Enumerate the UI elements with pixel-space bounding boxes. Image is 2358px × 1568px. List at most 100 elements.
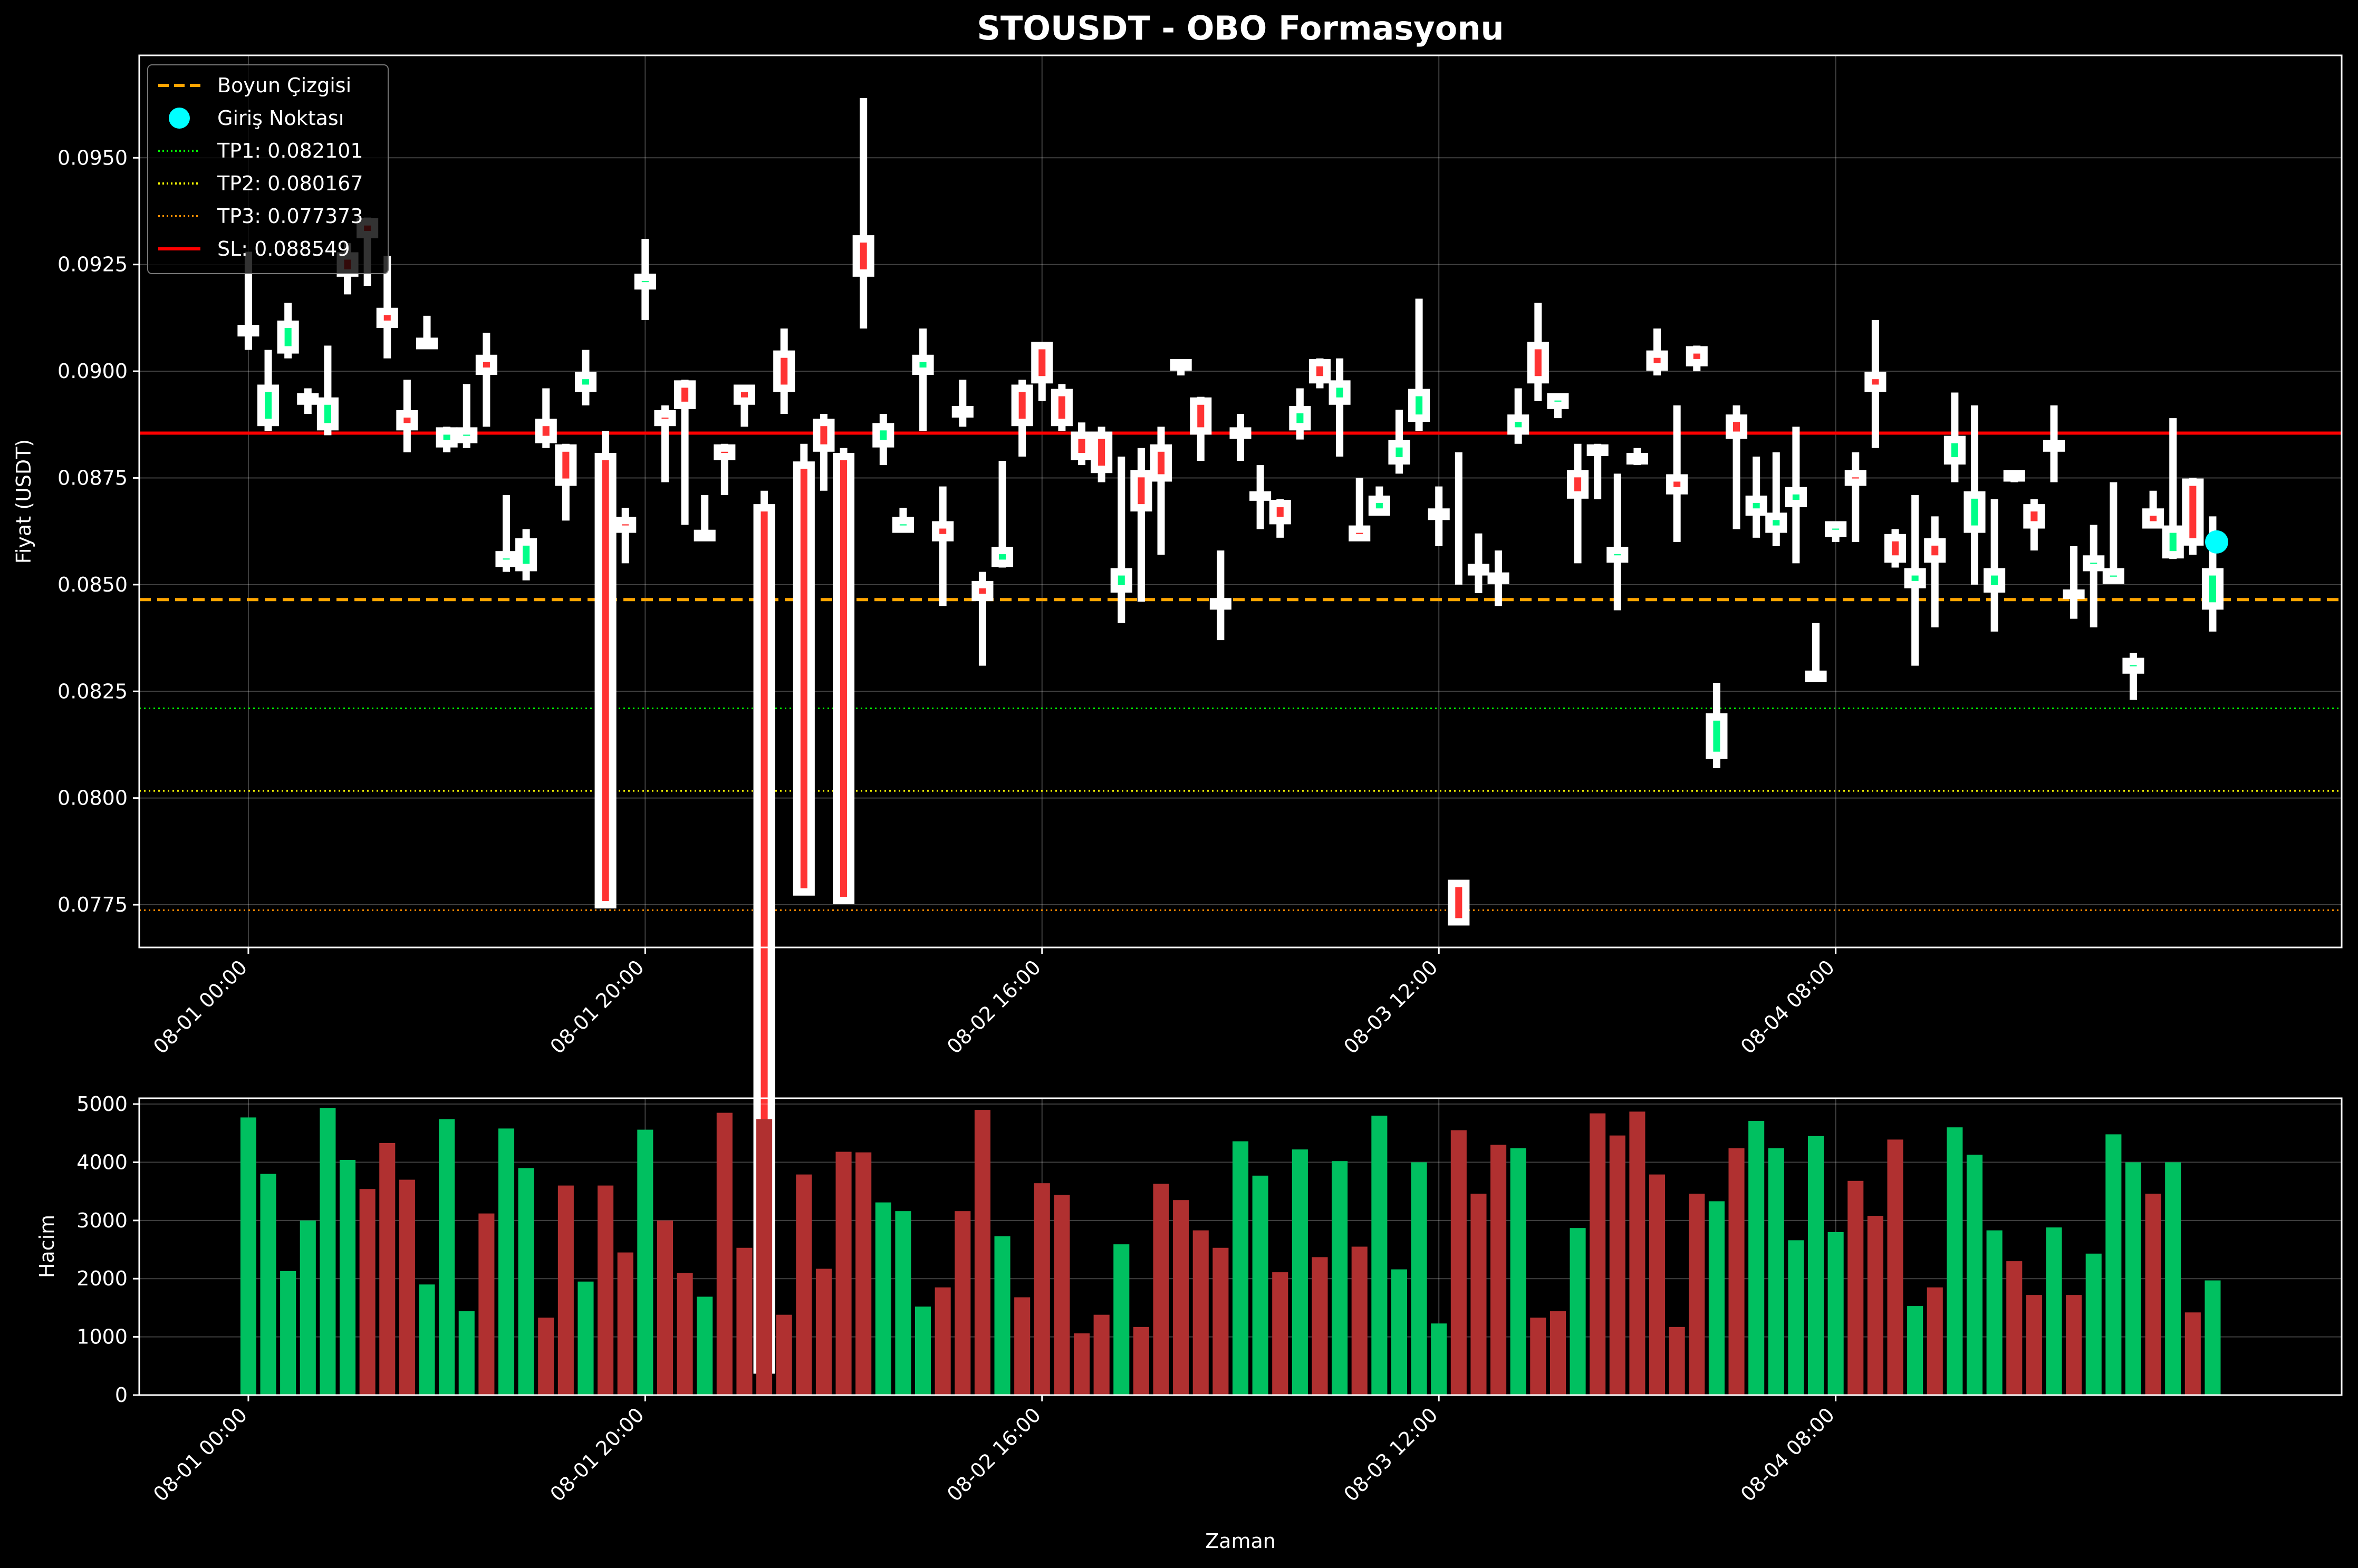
legend-label-neck: Boyun Çizgisi bbox=[217, 74, 351, 97]
entry-point bbox=[2205, 530, 2228, 554]
candle-body bbox=[773, 350, 795, 392]
legend-label-tp3: TP3: 0.077373 bbox=[217, 205, 363, 228]
volume-bar bbox=[1966, 1155, 1983, 1395]
candle-body bbox=[1289, 405, 1311, 431]
entry-marker bbox=[2205, 530, 2228, 554]
volume-bar bbox=[1788, 1240, 1804, 1395]
volume-bar bbox=[1649, 1174, 1666, 1395]
volume-bar bbox=[1470, 1194, 1487, 1395]
candle-body bbox=[456, 427, 478, 443]
volume-bar bbox=[796, 1174, 812, 1395]
candle-body bbox=[852, 235, 874, 277]
price-y-tick-label: 0.0850 bbox=[57, 573, 128, 596]
volume-bar bbox=[498, 1128, 515, 1395]
volume-bar bbox=[2046, 1227, 2062, 1395]
volume-bar bbox=[1014, 1297, 1031, 1395]
candle-body bbox=[1924, 538, 1946, 563]
candle-body bbox=[912, 354, 934, 375]
candle bbox=[2003, 470, 2025, 482]
candle-body bbox=[1745, 495, 1767, 516]
volume-bar bbox=[994, 1236, 1010, 1395]
volume-bar bbox=[419, 1284, 435, 1395]
volume-bar bbox=[2006, 1261, 2023, 1395]
volume-bar bbox=[1629, 1111, 1645, 1395]
candle-body bbox=[594, 452, 617, 909]
volume-y-tick-label: 3000 bbox=[76, 1209, 128, 1232]
candle-body bbox=[793, 461, 815, 896]
volume-bar bbox=[1689, 1194, 1705, 1395]
volume-bar bbox=[657, 1220, 673, 1395]
volume-bar bbox=[1232, 1141, 1249, 1395]
candle-body bbox=[257, 384, 280, 427]
candle-body bbox=[436, 427, 458, 448]
candle-body bbox=[654, 410, 676, 427]
volume-bar bbox=[1927, 1287, 1943, 1395]
volume-bar bbox=[2125, 1162, 2142, 1395]
candle-body bbox=[1110, 568, 1132, 593]
candle-body bbox=[1984, 568, 2006, 593]
candle-body bbox=[1329, 380, 1351, 405]
volume-bar bbox=[478, 1213, 495, 1395]
volume-bar bbox=[1847, 1180, 1864, 1395]
candle-body bbox=[614, 517, 637, 533]
candle-body bbox=[1567, 470, 1589, 499]
candle-body bbox=[2102, 568, 2124, 584]
candle-body bbox=[1904, 568, 1926, 588]
candle-body bbox=[495, 551, 517, 567]
volume-bar bbox=[300, 1220, 316, 1395]
volume-bar bbox=[1827, 1232, 1844, 1395]
volume-bar bbox=[320, 1108, 336, 1395]
volume-bar bbox=[697, 1296, 713, 1395]
candle-body bbox=[1785, 487, 1807, 508]
volume-bar bbox=[915, 1306, 931, 1395]
volume-bar bbox=[1768, 1148, 1784, 1395]
candle-body bbox=[1269, 500, 1291, 525]
price-y-tick-label: 0.0900 bbox=[57, 360, 128, 383]
volume-bar bbox=[439, 1119, 455, 1395]
volume-bar bbox=[1570, 1228, 1586, 1395]
legend: Boyun Çizgisi Giriş Noktası TP1: 0.08210… bbox=[147, 64, 389, 274]
candle-body bbox=[396, 410, 418, 431]
chart-title: STOUSDT - OBO Formasyonu bbox=[977, 9, 1504, 47]
candle-body bbox=[1091, 431, 1113, 473]
candle-body bbox=[694, 529, 716, 541]
candle-body bbox=[1964, 491, 1986, 533]
candle-body bbox=[674, 380, 696, 409]
legend-label-tp1: TP1: 0.082101 bbox=[217, 139, 363, 162]
volume-bar bbox=[2066, 1295, 2082, 1395]
volume-bar bbox=[1728, 1148, 1745, 1395]
candle-body bbox=[2162, 525, 2184, 559]
volume-bar bbox=[1669, 1327, 1685, 1395]
volume-bar bbox=[955, 1211, 971, 1395]
volume-bar bbox=[1510, 1148, 1526, 1395]
candle-body bbox=[1071, 431, 1093, 460]
volume-bar bbox=[598, 1185, 614, 1395]
candle-body bbox=[892, 517, 914, 533]
chart-figure: STOUSDT - OBO Formasyonu 0.0775 0.0800 0.0… bbox=[0, 0, 2358, 1568]
candle-body bbox=[1805, 670, 1827, 682]
price-y-tick-label: 0.0775 bbox=[57, 893, 128, 916]
candle-body bbox=[932, 521, 954, 541]
candle-body bbox=[1507, 414, 1529, 435]
price-y-tick-label: 0.0825 bbox=[57, 680, 128, 703]
candle-body bbox=[971, 580, 994, 602]
candle bbox=[793, 443, 815, 896]
candle-body bbox=[574, 372, 597, 392]
volume-bar bbox=[1133, 1327, 1149, 1395]
volume-bar bbox=[557, 1185, 574, 1395]
candle-body bbox=[1130, 470, 1152, 512]
volume-y-tick-label: 1000 bbox=[76, 1325, 128, 1349]
volume-bar bbox=[538, 1318, 554, 1395]
volume-bar bbox=[260, 1174, 276, 1395]
legend-label-sl: SL: 0.088549 bbox=[217, 237, 350, 260]
candle-body bbox=[1209, 598, 1231, 610]
volume-bar bbox=[1371, 1116, 1388, 1395]
volume-bar bbox=[280, 1271, 296, 1395]
candle bbox=[1884, 529, 1907, 568]
candle-body bbox=[2043, 440, 2065, 452]
candle-body bbox=[833, 452, 855, 904]
volume-x-label: Zaman bbox=[1205, 1530, 1276, 1553]
volume-bar bbox=[240, 1117, 256, 1395]
candle-body bbox=[376, 307, 398, 328]
volume-bar bbox=[815, 1269, 832, 1395]
